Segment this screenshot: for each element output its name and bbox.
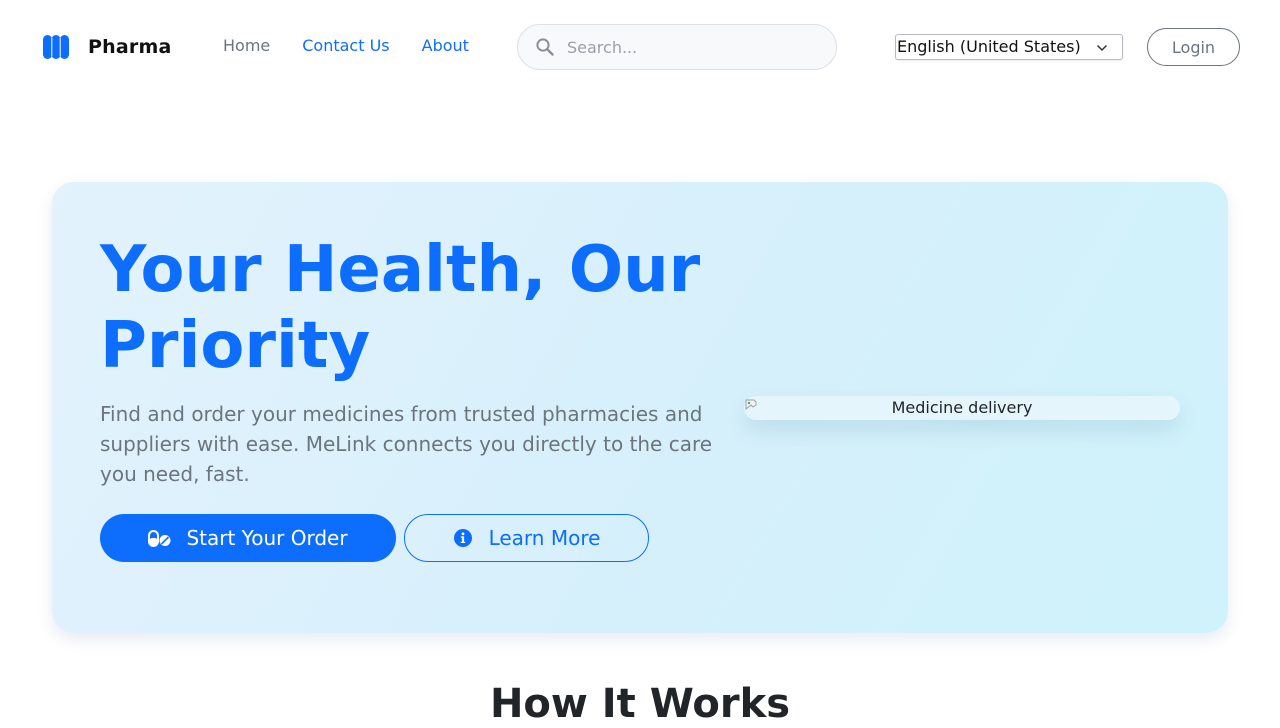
how-it-works-title: How It Works	[489, 681, 791, 727]
navbar: Pharma Home Contact Us About English (Un…	[0, 0, 1280, 94]
main-nav: Home Contact Us About	[223, 36, 501, 56]
nav-contact-link[interactable]: Contact Us	[302, 36, 389, 56]
nav-about-link[interactable]: About	[422, 36, 469, 56]
search-input[interactable]	[565, 36, 815, 58]
hero-title: Your Health, Our Priority	[100, 233, 701, 383]
search-box[interactable]	[517, 24, 837, 70]
start-order-button[interactable]: Start Your Order	[100, 514, 396, 562]
language-select-value: English (United States)	[897, 37, 1081, 56]
learn-more-label: Learn More	[488, 526, 601, 550]
hero-description: Find and order your medicines from trust…	[100, 402, 713, 486]
login-button[interactable]: Login	[1147, 28, 1240, 66]
nav-home-link[interactable]: Home	[223, 36, 270, 56]
chevron-down-icon	[1096, 44, 1108, 52]
medical-logo-icon	[43, 35, 69, 59]
hero-image-alt-text: Medicine delivery	[891, 398, 1033, 417]
search-icon	[536, 38, 554, 56]
info-circle-icon	[453, 529, 472, 547]
start-order-label: Start Your Order	[186, 526, 348, 550]
language-select[interactable]: English (United States)	[895, 34, 1123, 60]
brand-name: Pharma	[88, 36, 172, 58]
hero-section: Your Health, Our Priority Find and order…	[52, 182, 1228, 633]
learn-more-button[interactable]: Learn More	[404, 514, 649, 562]
hero-image: Medicine delivery	[744, 396, 1180, 420]
brand-link[interactable]: Pharma	[42, 33, 171, 61]
broken-image-icon	[745, 399, 757, 411]
pills-icon	[148, 530, 171, 547]
